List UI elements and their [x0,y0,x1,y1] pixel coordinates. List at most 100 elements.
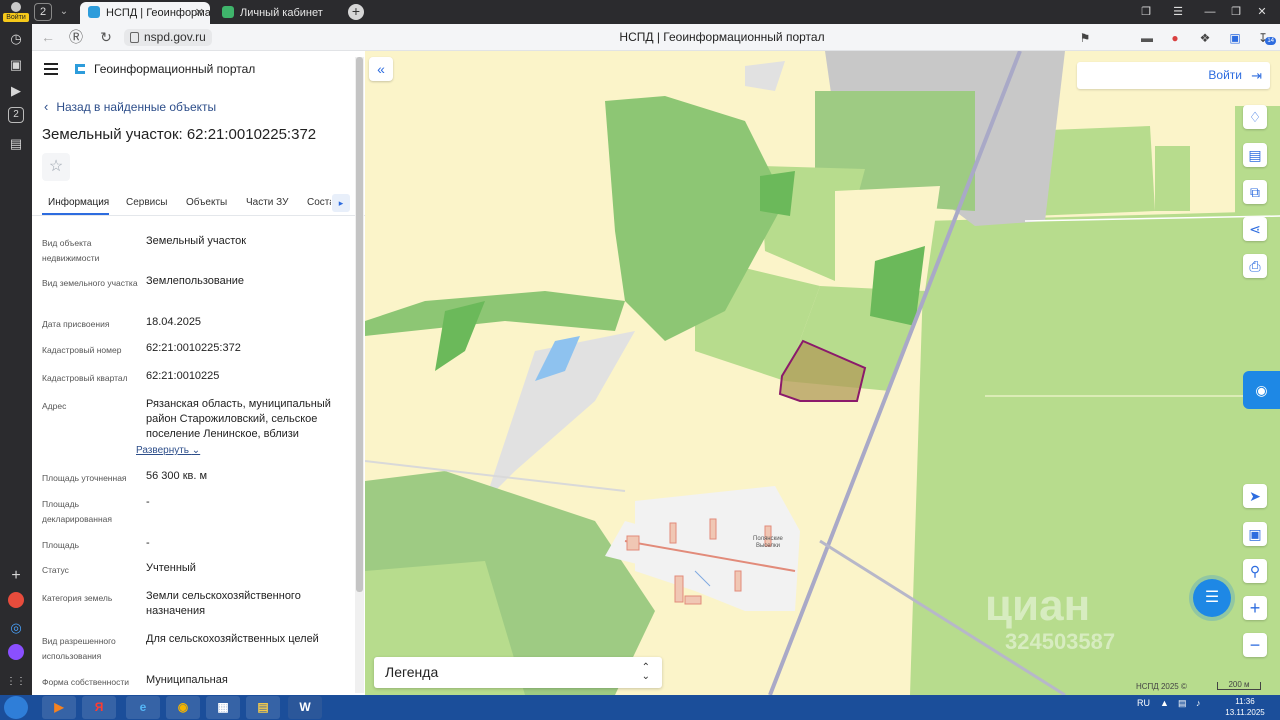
tab-services[interactable]: Сервисы [126,196,167,210]
chevron-down-icon: ⌄ [191,445,201,456]
yandex-browser-icon[interactable]: Я [82,696,116,719]
messenger-icon[interactable]: ◎ [6,618,26,638]
locate-icon[interactable]: ➤ [1243,484,1267,508]
tab-information[interactable]: Информация [48,196,109,210]
add-icon[interactable]: + [6,566,26,586]
chrome-icon[interactable]: ◉ [166,696,200,719]
portal-name: Геоинформационный портал [94,62,256,76]
back-arrow-icon[interactable]: ← [38,28,58,47]
tab-nspd[interactable]: НСПД | Геоинформацио ✕ [80,2,210,24]
legend-label: Легенда [385,664,439,680]
profile-login-button[interactable]: Войти [3,2,29,22]
watermark: циан 324503587 [935,555,1195,654]
bookmark-icon[interactable]: ⚑ [1076,29,1094,47]
field-row: Площадь - [42,536,347,556]
tab-count-badge[interactable]: 2 [34,3,52,21]
menu-icon[interactable]: ☰ [1164,0,1192,24]
language-indicator[interactable]: RU [1137,698,1150,708]
field-label: Вид разрешенного использования [42,636,116,661]
close-icon[interactable]: ✕ [195,2,204,24]
tab-cabinet[interactable]: Личный кабинет [214,2,344,24]
select-area-icon[interactable]: ⧉ [1243,180,1267,204]
sort-arrows-icon: ⌃ ⌄ [641,662,650,682]
expand-address-link[interactable]: Развернуть ⌄ [136,445,200,456]
tray-arrow-icon[interactable]: ▲ [1160,698,1169,708]
minimize-icon[interactable]: — [1196,0,1224,24]
layers-icon[interactable]: ♢ [1243,105,1267,129]
alice-icon[interactable] [8,644,24,660]
field-label: Категория земель [42,593,113,603]
extension-icon[interactable]: ▣ [1226,29,1244,47]
ie-icon[interactable]: e [126,696,160,719]
extension-icon[interactable]: ❖ [1196,29,1214,47]
extension-icon[interactable]: ▬ [1138,29,1156,47]
field-value: Учтенный [146,562,196,574]
taskbar: ▶ Я e ◉ ▦ ▤ W RU ▲ ▤ ♪ 11:36 13.11.2025 [0,695,1280,720]
close-window-icon[interactable]: ✕ [1248,0,1276,24]
scrollbar-thumb[interactable] [356,57,363,592]
object-info-panel: Геоинформационный портал ‹ Назад в найден… [32,51,365,695]
media-app-icon[interactable]: ▶ [42,696,76,719]
bookmark-list-icon[interactable]: ❐ [1132,0,1160,24]
minimap-icon[interactable]: ▣ [1243,522,1267,546]
field-label: Кадастровый номер [42,345,122,355]
volume-icon[interactable]: ♪ [1196,698,1201,708]
back-to-results-link[interactable]: ‹ Назад в найденные объекты [44,99,216,115]
lock-icon [130,32,139,43]
tab-objects[interactable]: Объекты [186,196,227,210]
field-row: Дата присвоения 18.04.2025 [42,315,347,335]
bookmarks-icon[interactable]: ▣ [6,55,26,75]
network-icon[interactable]: ▤ [1178,698,1187,709]
play-icon[interactable]: ▶ [6,81,26,101]
geo-search-icon[interactable]: ⚲ [1243,559,1267,583]
restore-icon[interactable]: ❐ [1222,0,1250,24]
more-icon[interactable]: ⋮⋮ [6,672,26,692]
info-tabs: Информация Сервисы Объекты Части ЗУ Сост… [32,192,365,216]
field-row: Кадастровый квартал 62:21:0010225 [42,369,347,389]
panel-scrollbar[interactable] [355,57,364,693]
tabs-scroll-right-button[interactable]: ▸ [332,194,350,212]
tab-count-rail[interactable]: 2 [8,107,24,123]
share-icon[interactable]: ⋖ [1243,217,1267,241]
collapse-panel-button[interactable]: « [369,57,393,81]
tab-composition[interactable]: Соста [307,196,331,210]
screen: Войти ◷ ▣ ▶ 2 ▤ + ◎ ⋮⋮ 2 ⌄ НСПД | Геоинф… [0,0,1280,720]
field-value: Земли сельскохозяйственного назначения [146,590,301,617]
map-view[interactable]: Полянские Выселки циан 324503587 « Войти ⇥… [365,51,1280,695]
tab-parts[interactable]: Части ЗУ [246,196,288,210]
field-value: Для сельскохозяйственных целей [146,633,319,645]
clock[interactable]: 11:36 13.11.2025 [1218,696,1272,718]
field-value: 62:21:0010225 [146,370,220,382]
word-icon[interactable]: W [288,696,322,719]
chat-icon[interactable]: ☰ [1193,579,1231,617]
hamburger-menu-icon[interactable] [44,63,58,75]
field-value: - [146,537,150,549]
calculator-icon[interactable]: ▦ [206,696,240,719]
download-icon[interactable]: ↧ 14 [1254,29,1276,47]
zoom-in-button[interactable]: + [1243,596,1267,620]
zoom-out-button[interactable]: − [1243,633,1267,657]
chevron-down-icon[interactable]: ⌄ [56,3,72,21]
cian-badge-icon[interactable]: ◉ [1243,371,1280,409]
field-value: Земельный участок [146,235,247,247]
print-icon[interactable]: ⎙ [1243,254,1267,278]
new-tab-button[interactable]: + [348,4,364,20]
field-label: Площадь [42,540,80,550]
field-row: Кадастровый номер 62:21:0010225:372 [42,341,347,361]
legend-dropdown[interactable]: Легенда ⌃ ⌄ [374,657,662,688]
extension-icon[interactable]: ● [1166,29,1184,47]
explorer-icon[interactable]: ▤ [246,696,280,719]
collections-icon[interactable]: ▤ [6,134,26,154]
favorite-star-button[interactable]: ☆ [42,153,70,181]
history-icon[interactable]: ◷ [6,29,26,49]
chevron-left-icon: ‹ [44,99,49,114]
start-button[interactable] [4,696,28,719]
map-login-button[interactable]: Войти ⇥ [1077,62,1270,89]
field-value: Муниципальная [146,674,228,686]
ruler-icon[interactable]: ▤ [1243,143,1267,167]
reload-icon[interactable]: ↻ [96,28,116,47]
url-field[interactable]: nspd.gov.ru [124,29,212,46]
mail-icon[interactable] [8,592,24,608]
field-value: 62:21:0010225:372 [146,342,241,354]
yandex-icon[interactable]: Ⓡ [66,28,86,47]
